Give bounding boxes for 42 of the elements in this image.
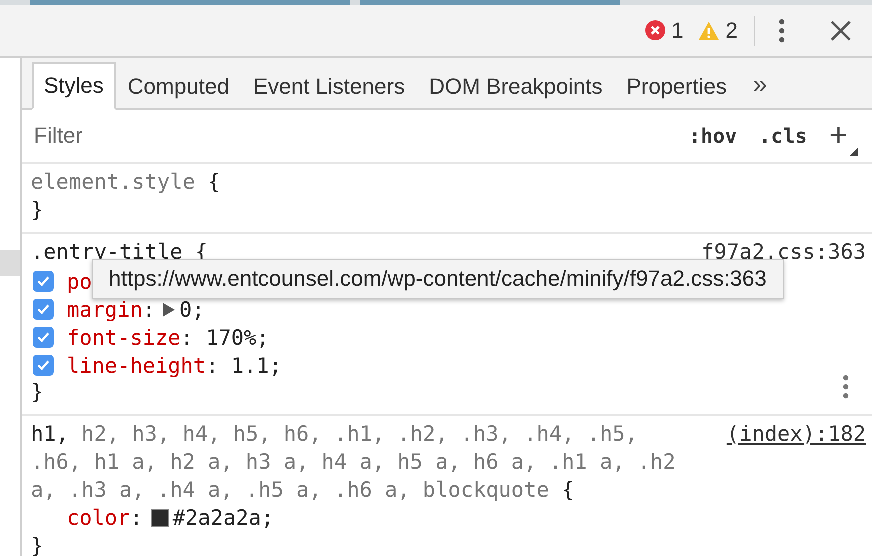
closing-brace: } (31, 197, 44, 224)
filter-field[interactable]: Filter (32, 122, 667, 150)
check-icon (37, 360, 50, 371)
panel-tab[interactable]: Styles (32, 62, 116, 110)
rule-selector: h1, h2, h3, h4, h5, h6, .h1, .h2, .h3, .h4, .h5, .h6, h1 a, h2 a, h3 a, h4 a, h5 a, h6 a, .h1 a, .h2 a, .h3 a, .h4 a, .h5 a, .h6 a, blockquote { (31, 421, 677, 504)
error-icon[interactable] (644, 20, 666, 41)
panel-tab[interactable]: Computed (116, 62, 242, 110)
more-options-icon[interactable] (779, 18, 785, 42)
new-rule-button[interactable]: + (827, 116, 858, 156)
property-name: po (67, 268, 92, 296)
property-name: font-size: (67, 324, 194, 352)
close-icon[interactable] (830, 20, 852, 42)
warning-count: 2 (726, 18, 738, 44)
property-value: 0; (180, 296, 205, 324)
property-name: line-height: (67, 352, 220, 380)
property-checkbox[interactable] (33, 355, 54, 376)
closing-brace: } (31, 379, 44, 406)
expand-triangle-icon[interactable] (162, 302, 176, 318)
panel-tab[interactable]: DOM Breakpoints (417, 62, 615, 110)
property-checkbox[interactable] (33, 271, 54, 292)
panel-tab[interactable]: Event Listeners (241, 62, 418, 110)
check-icon (37, 276, 50, 287)
source-link[interactable]: (index):182 (726, 420, 866, 448)
check-icon (37, 304, 50, 315)
property-checkbox[interactable] (33, 299, 54, 320)
property-name: margin: (67, 296, 156, 324)
property-name: color: (67, 505, 143, 532)
dom-row-highlight (0, 250, 20, 276)
panel-tab[interactable]: Properties (614, 62, 739, 110)
rule-selector: element.style { (31, 169, 222, 196)
color-swatch[interactable] (150, 509, 169, 527)
property-value: 1.1; (231, 352, 282, 380)
error-count: 1 (672, 18, 684, 44)
property-value: 170%; (206, 324, 270, 352)
property-value: #2a2a2a; (172, 505, 274, 532)
property-checkbox[interactable] (33, 327, 54, 348)
rule-menu-icon[interactable] (842, 374, 850, 400)
hover-state-toggle[interactable]: :hov (688, 124, 738, 148)
class-toggle[interactable]: .cls (759, 124, 808, 148)
more-tabs-button[interactable]: » (738, 60, 782, 108)
check-icon (37, 332, 50, 343)
url-tooltip: https://www.entcounsel.com/wp-content/cache/minify/f97a2.css:363 (92, 259, 784, 299)
